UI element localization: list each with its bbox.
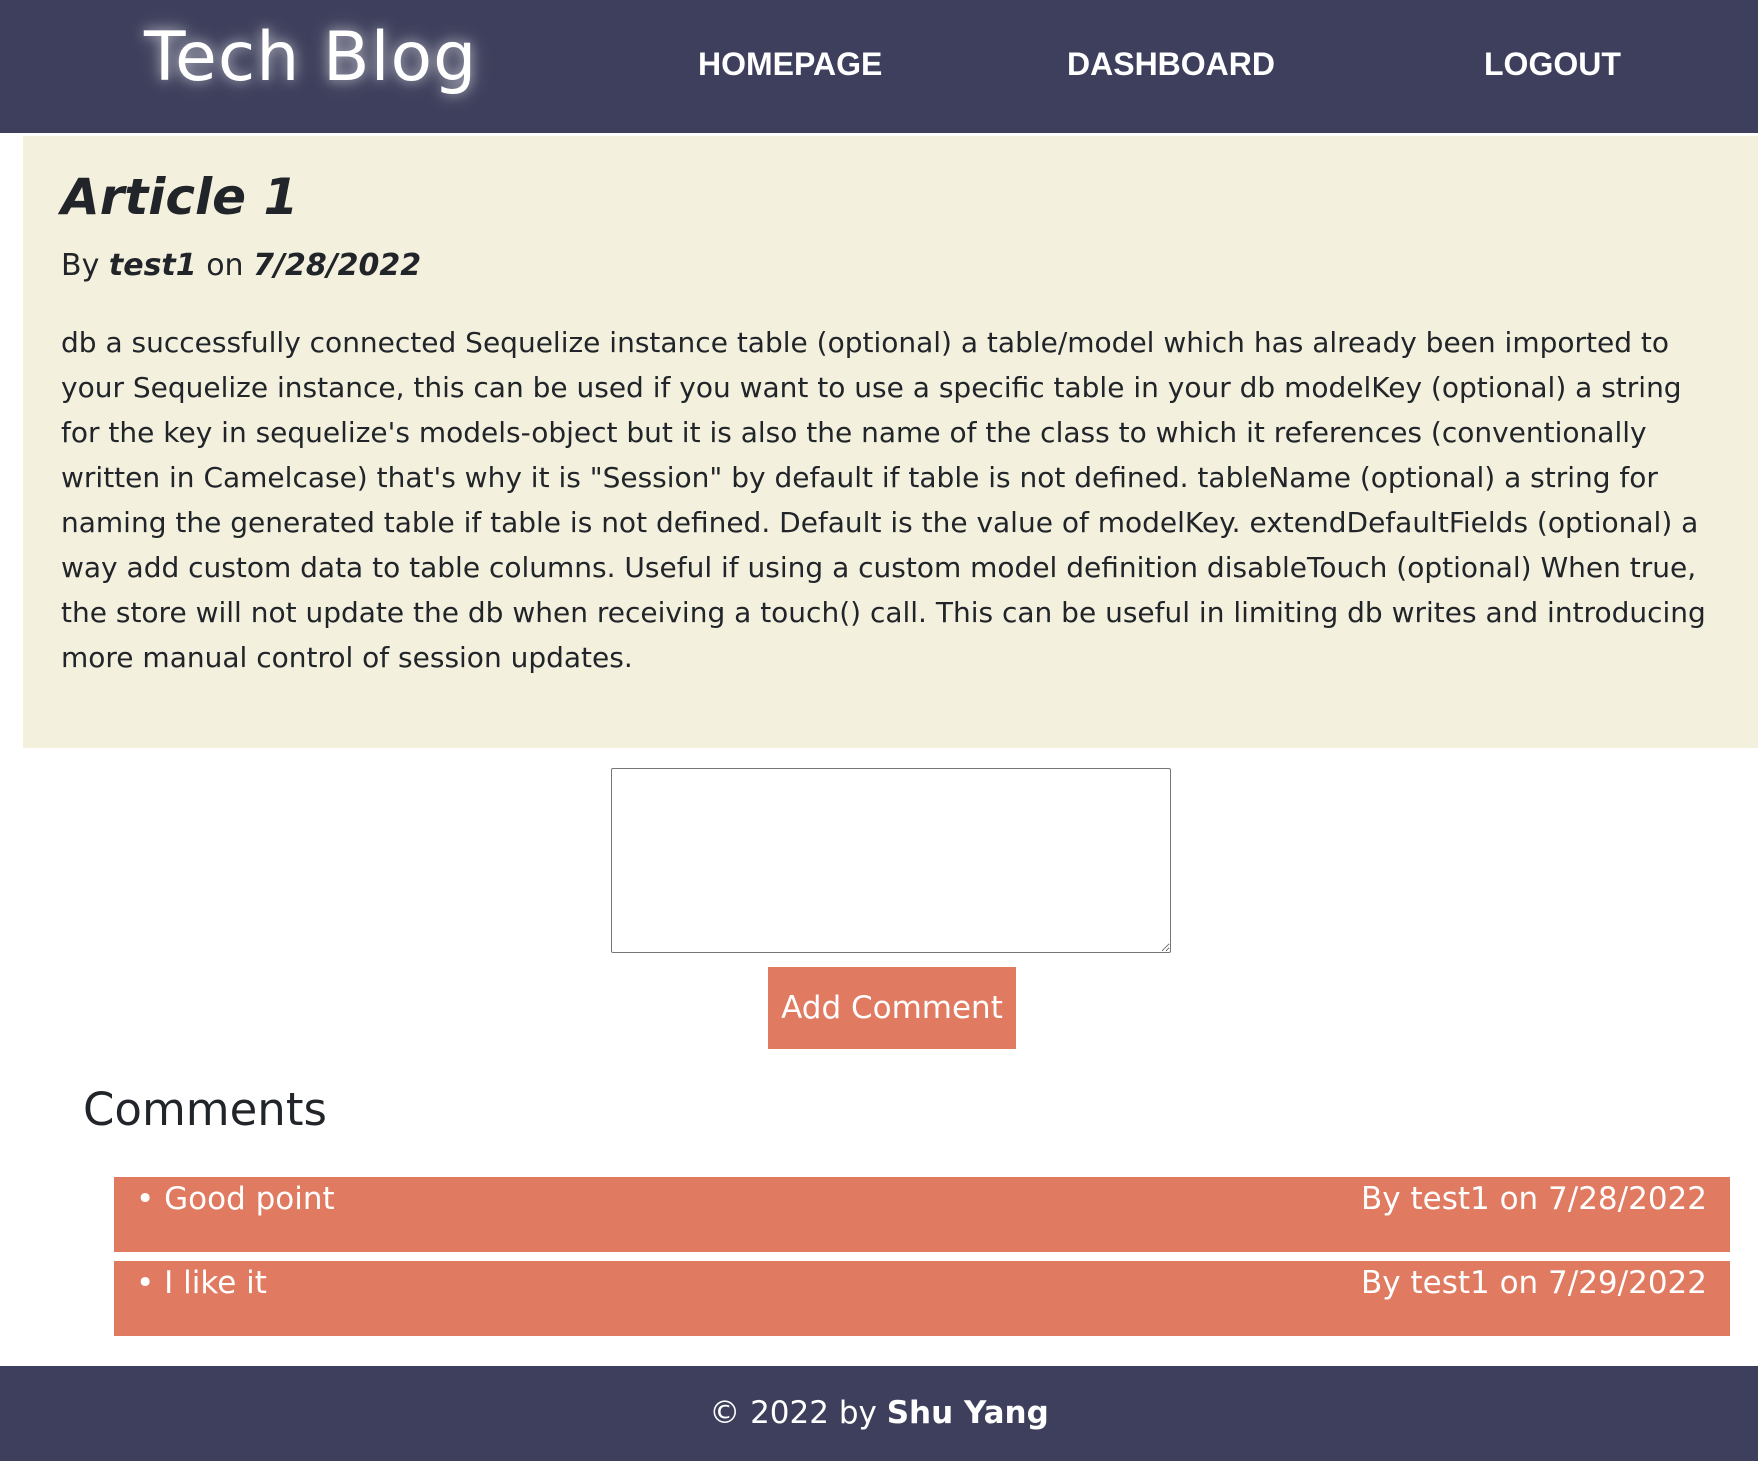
comment-meta: By test1 on 7/29/2022 bbox=[1361, 1265, 1707, 1301]
byline-by-label: By bbox=[61, 248, 100, 283]
comment-meta: By test1 on 7/28/2022 bbox=[1361, 1181, 1707, 1217]
nav-logout-link[interactable]: LOGOUT bbox=[1484, 46, 1621, 83]
add-comment-button[interactable]: Add Comment bbox=[768, 967, 1016, 1049]
comments-heading: Comments bbox=[83, 1083, 327, 1136]
article-title: Article 1 bbox=[61, 168, 299, 226]
site-logo: Tech Blog bbox=[144, 18, 478, 97]
article-card: Article 1 By test1 on 7/28/2022 db a suc… bbox=[23, 136, 1758, 748]
nav-homepage-link[interactable]: HOMEPAGE bbox=[698, 46, 882, 83]
article-date: 7/28/2022 bbox=[253, 248, 422, 283]
byline-on-label: on bbox=[206, 248, 244, 283]
comment-text: • I like it bbox=[136, 1265, 267, 1301]
article-body: db a successfully connected Sequelize in… bbox=[61, 326, 1706, 674]
site-footer: © 2022 by Shu Yang bbox=[0, 1366, 1758, 1461]
site-header: Tech Blog HOMEPAGE DASHBOARD LOGOUT bbox=[0, 0, 1758, 133]
footer-author: Shu Yang bbox=[886, 1395, 1049, 1431]
article-author: test1 bbox=[108, 248, 197, 283]
comment-item: • I like it By test1 on 7/29/2022 bbox=[114, 1261, 1730, 1336]
footer-copyright: © 2022 by bbox=[709, 1395, 877, 1431]
comment-text: • Good point bbox=[136, 1181, 335, 1217]
nav-dashboard-link[interactable]: DASHBOARD bbox=[1067, 46, 1275, 83]
comment-textarea[interactable] bbox=[611, 768, 1171, 953]
article-byline: By test1 on 7/28/2022 bbox=[61, 248, 421, 283]
comment-item: • Good point By test1 on 7/28/2022 bbox=[114, 1177, 1730, 1252]
